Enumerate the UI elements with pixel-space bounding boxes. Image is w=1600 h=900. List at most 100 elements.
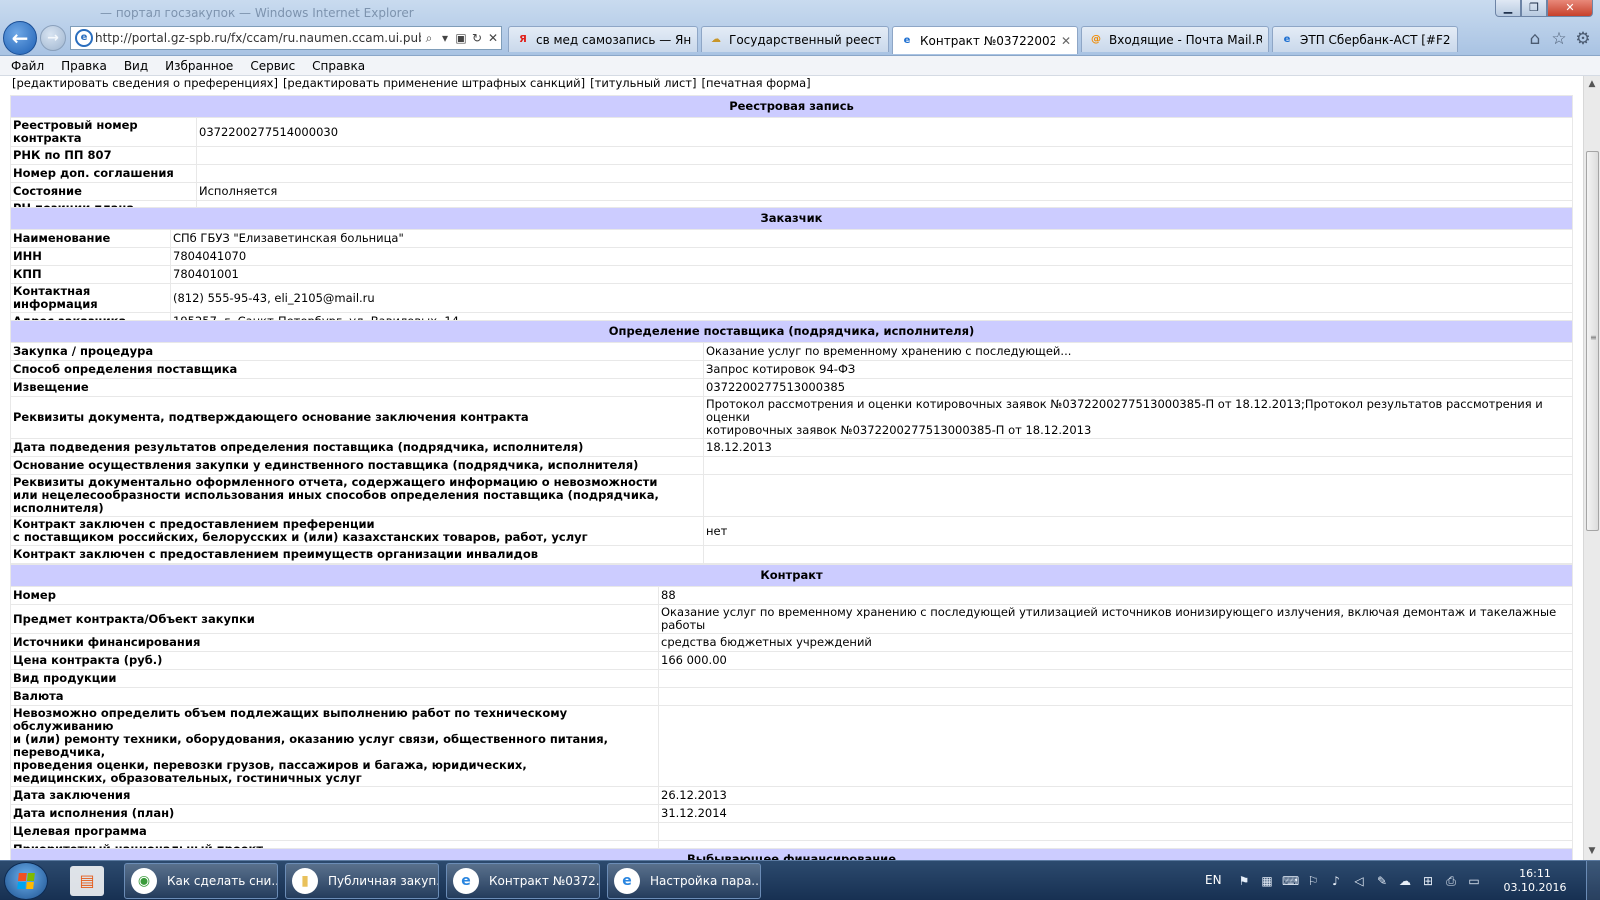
table-row: Цена контракта (руб.) 166 000.00	[10, 651, 1573, 670]
table-row: Дата подведения результатов определения …	[10, 438, 1573, 457]
tray-icon[interactable]: ▦	[1259, 873, 1275, 889]
field-value: 88	[658, 586, 1573, 605]
edit-link[interactable]: [редактировать сведения о преференциях]	[12, 76, 278, 90]
minimize-button[interactable]: ▁	[1495, 0, 1521, 17]
table-row: Закупка / процедура Оказание услуг по вре…	[10, 342, 1573, 361]
tray-icon[interactable]: ◁	[1351, 873, 1367, 889]
field-label: Дата исполнения (план)	[10, 804, 659, 823]
start-button[interactable]	[4, 862, 48, 900]
taskbar-app-icon: ▮	[292, 868, 318, 894]
browser-tab[interactable]: e Контракт №037220027751... ✕	[892, 26, 1078, 54]
tray-icon[interactable]: ⌨	[1282, 873, 1299, 889]
system-clock[interactable]: 16:11 03.10.2016	[1500, 867, 1570, 895]
tray-icon[interactable]: ♪	[1328, 873, 1344, 889]
scrollbar-thumb[interactable]: ≡	[1586, 151, 1599, 531]
close-window-button[interactable]: ✕	[1547, 0, 1593, 17]
refresh-icon[interactable]: ↻	[469, 31, 485, 45]
field-label: Дата заключения	[10, 786, 659, 805]
table-row: Основание осуществления закупки у единст…	[10, 456, 1573, 475]
tab-favicon-icon: e	[903, 34, 911, 46]
tab-label: Государственный реестр ле...	[729, 32, 882, 47]
address-url[interactable]: http://portal.gz-spb.ru/fx/ccam/ru.naume…	[95, 31, 421, 45]
field-value: (812) 555-95-43, eli_2105@mail.ru	[170, 283, 1573, 313]
field-label: Состояние	[10, 182, 197, 201]
menu-item[interactable]: Справка	[312, 59, 365, 73]
taskbar-window-button[interactable]: e Контракт №0372...	[446, 863, 600, 899]
edit-link[interactable]: [печатная форма]	[702, 76, 811, 90]
section-title: Реестровая запись	[10, 95, 1573, 118]
back-button[interactable]: ←	[3, 21, 37, 55]
taskbar-window-button[interactable]: ◉ Как сделать сни...	[124, 863, 278, 899]
tray-icon[interactable]: ▭	[1466, 873, 1482, 889]
language-indicator[interactable]: EN	[1205, 873, 1222, 887]
close-tab-icon[interactable]: ✕	[1061, 34, 1071, 48]
home-icon[interactable]: ⌂	[1525, 29, 1545, 49]
table-row: Валюта	[10, 687, 1573, 706]
field-value: 166 000.00	[658, 651, 1573, 670]
favorites-star-icon[interactable]: ☆	[1549, 29, 1569, 49]
field-value: Запрос котировок 94-ФЗ	[703, 360, 1573, 379]
table-row: Контракт заключен с предоставлением преф…	[10, 516, 1573, 546]
maximize-button[interactable]: ❐	[1521, 0, 1547, 17]
field-label: Номер доп. соглашения	[10, 164, 197, 183]
edit-link[interactable]: [титульный лист]	[590, 76, 696, 90]
field-value[interactable]: Оказание услуг по временному хранению с …	[703, 342, 1573, 361]
section-title: Заказчик	[10, 207, 1573, 230]
field-value	[703, 474, 1573, 517]
tab-strip: Ясв мед самозапись — Яндек... ☁ Государств…	[508, 26, 1461, 54]
tray-icon[interactable]: ✎	[1374, 873, 1390, 889]
field-value: 0372200277514000030	[196, 117, 1573, 147]
tab-label: Входящие - Почта Mail.Ru	[1109, 32, 1262, 47]
section-header-row: Определение поставщика (подрядчика, испо…	[10, 320, 1573, 343]
taskbar-window-button[interactable]: e Настройка пара...	[607, 863, 761, 899]
field-label: Реквизиты документально оформленного отч…	[10, 474, 704, 517]
pinned-app-icon[interactable]: ▤	[70, 866, 104, 896]
table-row: Реквизиты документа, подтверждающего осн…	[10, 396, 1573, 439]
stop-icon[interactable]: ✕	[485, 31, 501, 45]
field-label: Цена контракта (руб.)	[10, 651, 659, 670]
table-row: Реквизиты документально оформленного отч…	[10, 474, 1573, 517]
show-desktop-button[interactable]	[1586, 861, 1600, 900]
tray-icon[interactable]: ☁	[1397, 873, 1413, 889]
field-label: Наименование	[10, 229, 171, 248]
windows-taskbar: ▤ ◉ Как сделать сни... ▮ Публичная закуп...…	[0, 860, 1600, 900]
table-row: Предмет контракта/Объект закупки Оказание…	[10, 604, 1573, 634]
compatibility-view-icon[interactable]: ▣	[453, 31, 469, 45]
address-bar[interactable]: e http://portal.gz-spb.ru/fx/ccam/ru.nau…	[70, 26, 502, 50]
taskbar-window-label: Настройка пара...	[650, 874, 760, 888]
taskbar-window-label: Как сделать сни...	[167, 874, 277, 888]
edit-link[interactable]: [редактировать применение штрафных санкц…	[283, 76, 585, 90]
tray-icon[interactable]: ⊞	[1420, 873, 1436, 889]
browser-tab[interactable]: ☁ Государственный реестр ле...	[701, 26, 889, 52]
browser-tab[interactable]: e ЭТП Сбербанк-АСТ [#F2]	[1272, 26, 1458, 52]
table-row: ИНН 7804041070	[10, 247, 1573, 266]
field-value: 7804041070	[170, 247, 1573, 266]
field-label: Предмет контракта/Объект закупки	[10, 604, 659, 634]
scroll-down-arrow-icon[interactable]: ▼	[1584, 843, 1600, 860]
field-value: Исполняется	[196, 182, 1573, 201]
tab-favicon-icon: e	[1283, 33, 1291, 45]
browser-tab[interactable]: Ясв мед самозапись — Яндек...	[508, 26, 698, 52]
tray-icon[interactable]: ⚐	[1305, 873, 1321, 889]
vertical-scrollbar[interactable]: ▲ ≡ ▼	[1583, 76, 1600, 860]
menu-item[interactable]: Избранное	[165, 59, 233, 73]
tray-icon[interactable]: ⎙	[1443, 873, 1459, 889]
field-value	[703, 456, 1573, 475]
taskbar-window-button[interactable]: ▮ Публичная закуп...	[285, 863, 439, 899]
field-value	[703, 545, 1573, 564]
field-label: Невозможно определить объем подлежащих в…	[10, 705, 659, 787]
taskbar-app-icon: e	[614, 868, 640, 894]
table-row: Невозможно определить объем подлежащих в…	[10, 705, 1573, 787]
forward-button[interactable]: →	[40, 25, 66, 51]
scroll-up-arrow-icon[interactable]: ▲	[1584, 76, 1600, 93]
menu-item[interactable]: Сервис	[250, 59, 295, 73]
chevron-down-icon[interactable]: ▾	[437, 31, 453, 45]
menu-item[interactable]: Файл	[11, 59, 44, 73]
search-icon[interactable]: ⌕	[421, 31, 437, 46]
browser-tab[interactable]: @ Входящие - Почта Mail.Ru	[1081, 26, 1269, 52]
tray-icon[interactable]: ⚑	[1236, 873, 1252, 889]
settings-gear-icon[interactable]: ⚙	[1573, 29, 1593, 49]
section-supplier-determination: Определение поставщика (подрядчика, испо…	[10, 320, 1573, 582]
menu-item[interactable]: Вид	[124, 59, 148, 73]
menu-item[interactable]: Правка	[61, 59, 107, 73]
